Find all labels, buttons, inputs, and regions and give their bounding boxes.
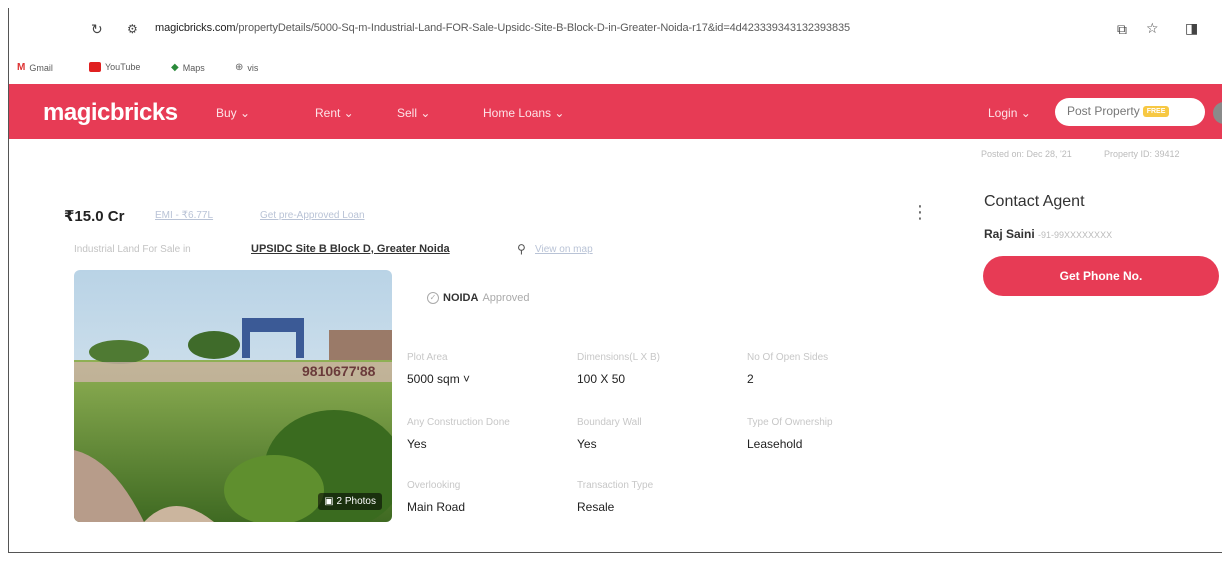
posted-date: Posted on: Dec 28, '21	[981, 149, 1072, 159]
photo-count-badge[interactable]: ▣ 2 Photos	[318, 493, 382, 510]
bookmark-vis[interactable]: ⊕ vis	[235, 62, 258, 73]
address-bar[interactable]: magicbricks.com/propertyDetails/5000-Sq-…	[155, 22, 850, 34]
bookmark-maps[interactable]: ◆ Maps	[171, 62, 205, 73]
gallery-icon: ▣	[324, 496, 337, 507]
approval-status: ✓ NOIDA Approved	[427, 292, 530, 304]
detail-label: Type Of Ownership	[747, 417, 833, 428]
pre-approved-loan-link[interactable]: Get pre-Approved Loan	[260, 210, 365, 221]
map-pin-icon: ⚲	[517, 242, 526, 256]
photo-count: 2 Photos	[336, 496, 376, 507]
cast-icon[interactable]: ⧉	[1117, 22, 1127, 36]
nav-buy[interactable]: Buy ⌄	[216, 106, 250, 120]
reload-icon[interactable]: ↻	[91, 22, 103, 36]
agent-phone-masked: -91-99XXXXXXXX	[1038, 230, 1113, 240]
detail-value: Leasehold	[747, 437, 803, 451]
contact-agent-title: Contact Agent	[984, 193, 1085, 210]
approval-authority: NOIDA	[443, 292, 479, 304]
view-on-map-link[interactable]: View on map	[535, 244, 593, 255]
detail-label: Overlooking	[407, 480, 461, 491]
detail-value: Yes	[577, 437, 597, 451]
check-icon: ✓	[427, 292, 439, 304]
detail-value: Yes	[407, 437, 427, 451]
price: ₹15.0 Cr	[64, 208, 125, 225]
land-photo-image: 9810677'88	[74, 270, 392, 522]
browser-window: ↻ ⚙ magicbricks.com/propertyDetails/5000…	[8, 8, 1222, 553]
detail-value[interactable]: 5000 sqm ˅	[407, 372, 470, 386]
magicbricks-logo[interactable]: magicbricks	[43, 99, 178, 127]
free-badge: FREE	[1142, 106, 1170, 118]
browser-toolbar: ↻ ⚙ magicbricks.com/propertyDetails/5000…	[9, 8, 1222, 52]
agent-info: Raj Saini -91-99XXXXXXXX	[984, 227, 1112, 241]
login-menu[interactable]: Login ⌄	[988, 106, 1031, 120]
more-options-icon[interactable]: ⋮	[911, 202, 929, 223]
detail-label: Plot Area	[407, 352, 448, 363]
detail-value: 100 X 50	[577, 372, 626, 386]
detail-value: 2	[747, 372, 754, 386]
bookmarks-bar: M Gmail YouTube ◆ Maps ⊕ vis	[9, 52, 1222, 84]
get-phone-button[interactable]: Get Phone No.	[983, 256, 1219, 296]
property-id: Property ID: 39412	[1104, 149, 1180, 159]
agent-name: Raj Saini	[984, 227, 1035, 241]
bookmark-youtube[interactable]: YouTube	[89, 62, 140, 72]
detail-label: No Of Open Sides	[747, 352, 829, 363]
globe-icon: ⊕	[235, 62, 244, 73]
site-settings-icon[interactable]: ⚙	[127, 22, 138, 36]
detail-label: Any Construction Done	[407, 417, 510, 428]
menu-avatar-icon[interactable]	[1213, 102, 1222, 124]
detail-value: Main Road	[407, 500, 466, 514]
maps-icon: ◆	[171, 62, 179, 73]
nav-rent[interactable]: Rent ⌄	[315, 106, 354, 120]
detail-label: Dimensions(L X B)	[577, 352, 660, 363]
nav-sell[interactable]: Sell ⌄	[397, 106, 430, 120]
emi-link[interactable]: EMI - ₹6.77L	[155, 210, 213, 221]
nav-home-loans[interactable]: Home Loans ⌄	[483, 106, 564, 120]
property-photo[interactable]: 9810677'88 ▣ 2 Photos	[74, 270, 392, 522]
post-property-label: Post Property	[1067, 104, 1140, 118]
post-property-button[interactable]: Post Property FREE	[1055, 98, 1205, 126]
detail-label: Transaction Type	[577, 480, 654, 491]
gmail-icon: M	[17, 62, 26, 73]
svg-text:9810677'88: 9810677'88	[302, 363, 376, 379]
approval-text: Approved	[482, 292, 530, 304]
detail-value: Resale	[577, 500, 615, 514]
bookmark-gmail[interactable]: M Gmail	[17, 62, 53, 73]
site-header: magicbricks Buy ⌄ Rent ⌄ Sell ⌄ Home Loa…	[9, 84, 1222, 139]
side-panel-icon[interactable]: ◨	[1185, 21, 1198, 35]
youtube-icon	[89, 62, 101, 72]
listing-subtitle: Industrial Land For Sale in	[74, 244, 191, 255]
location-link[interactable]: UPSIDC Site B Block D, Greater Noida	[251, 243, 450, 255]
detail-label: Boundary Wall	[577, 417, 642, 428]
bookmark-star-icon[interactable]: ☆	[1146, 21, 1159, 35]
